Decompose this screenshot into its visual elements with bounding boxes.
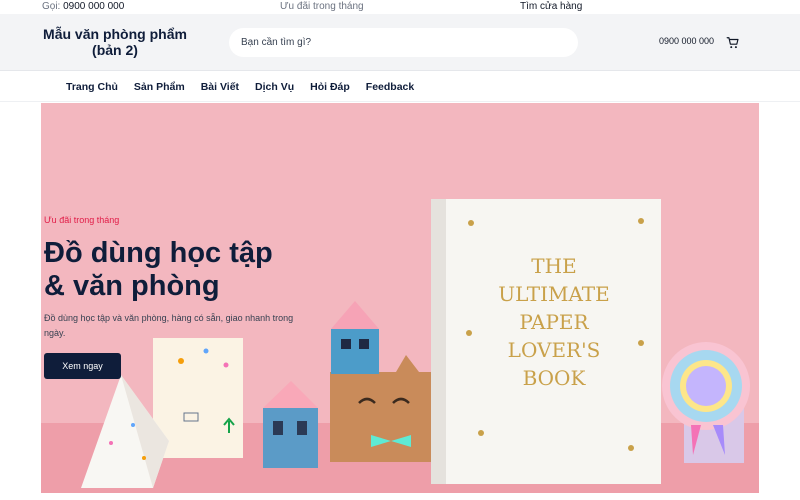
house-tall <box>331 301 379 329</box>
hero-banner: THE ULTIMATE PAPER LOVER'S BOOK Ưu đãi t… <box>41 103 759 493</box>
hero-eyebrow: Ưu đãi trong tháng <box>44 215 120 225</box>
book-title-line-3: PAPER <box>519 310 589 334</box>
nav-item-products[interactable]: Sản Phẩm <box>134 72 185 102</box>
call-info: Gọi: 0900 000 000 <box>42 0 124 14</box>
promo-link[interactable]: Ưu đãi trong tháng <box>280 0 364 14</box>
call-prefix: Gọi: <box>42 1 61 12</box>
nav-item-services[interactable]: Dịch Vụ <box>255 72 294 102</box>
main-nav: Trang Chủ Sản Phẩm Bài Viết Dịch Vụ Hỏi … <box>0 72 800 102</box>
view-now-button[interactable]: Xem ngay <box>44 353 121 379</box>
cat-box <box>330 372 432 462</box>
nav-item-faq[interactable]: Hỏi Đáp <box>310 72 350 102</box>
call-number[interactable]: 0900 000 000 <box>63 1 124 12</box>
hero-title-line-2: & văn phòng <box>44 270 220 302</box>
nav-item-articles[interactable]: Bài Viết <box>201 72 239 102</box>
nav-item-feedback[interactable]: Feedback <box>366 72 414 102</box>
nav-item-home[interactable]: Trang Chủ <box>66 72 118 102</box>
top-bar: Gọi: 0900 000 000 Ưu đãi trong tháng Tìm… <box>0 0 800 14</box>
cart-icon[interactable] <box>726 36 740 50</box>
house-small <box>263 381 318 408</box>
book-title-line-2: ULTIMATE <box>498 282 610 306</box>
header: Mẫu văn phòng phẩm (bản 2) 0900 000 000 <box>0 14 800 71</box>
search-input[interactable] <box>229 28 578 57</box>
site-logo[interactable]: Mẫu văn phòng phẩm (bản 2) <box>40 26 190 58</box>
header-phone[interactable]: 0900 000 000 <box>659 36 714 46</box>
logo-line-1: Mẫu văn phòng phẩm <box>43 26 187 42</box>
hero-title-line-1: Đồ dùng học tập <box>44 237 273 269</box>
book-title-line-5: BOOK <box>523 366 587 390</box>
hero-title: Đồ dùng học tập & văn phòng <box>44 237 324 303</box>
hero-description: Đồ dùng học tập và văn phòng, hàng có sẵ… <box>44 313 294 338</box>
book-title-line-4: LOVER'S <box>508 338 601 362</box>
store-locator-link[interactable]: Tìm cửa hàng <box>520 0 582 14</box>
book-title-line-1: THE <box>531 254 576 278</box>
logo-line-2: (bản 2) <box>92 42 138 58</box>
